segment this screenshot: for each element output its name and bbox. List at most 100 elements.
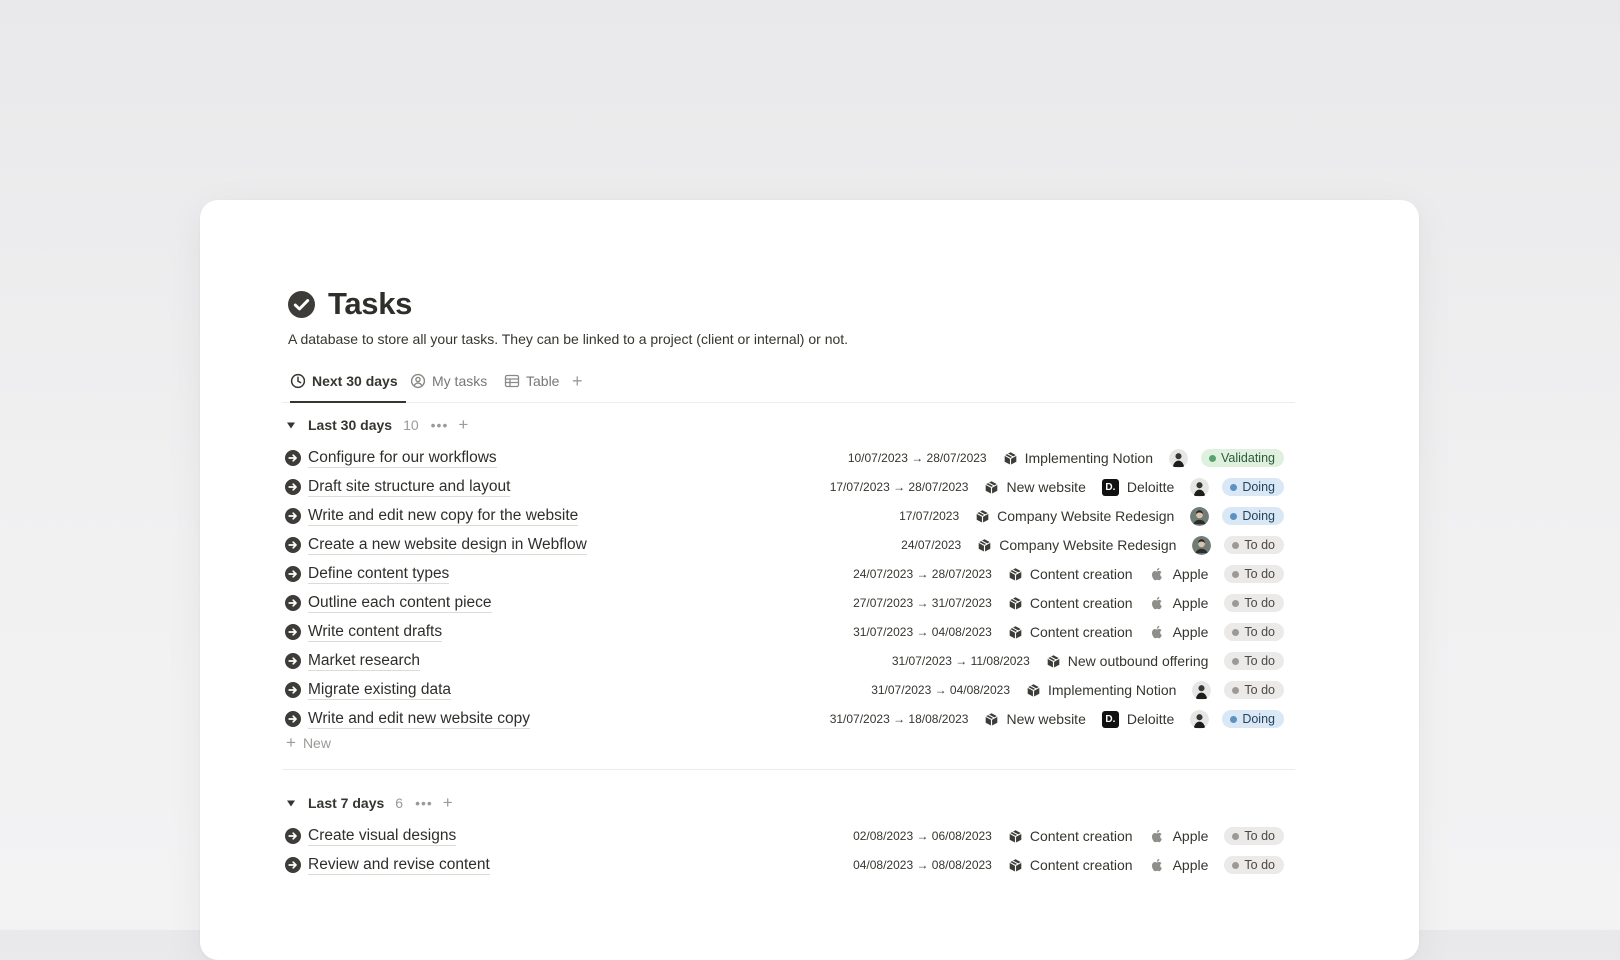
assignee-avatar[interactable] [1169,448,1189,468]
client-link[interactable]: Apple [1149,566,1208,582]
project-link[interactable]: Content creation [1008,624,1133,640]
task-date[interactable]: 31/07/2023 → 11/08/2023 [892,654,1030,668]
status-dot [1232,628,1240,636]
add-task-button[interactable]: + [443,793,453,813]
status-badge[interactable]: Doing [1222,507,1284,525]
status-badge[interactable]: To do [1224,827,1284,845]
view-tabs: Next 30 days My tasks Table + [282,360,1295,403]
project-link[interactable]: Content creation [1008,828,1133,844]
task-date[interactable]: 17/07/2023 → 28/07/2023 [830,480,969,494]
client-name: Apple [1172,857,1209,873]
task-name[interactable]: Outline each content piece [308,593,492,613]
task-name[interactable]: Create a new website design in Webflow [308,535,587,555]
task-row[interactable]: Market research 31/07/2023 → 11/08/2023 Ne… [284,646,1284,676]
tab-my-tasks[interactable]: My tasks [410,360,487,402]
project-link[interactable]: Company Website Redesign [975,508,1174,524]
task-row[interactable]: Write and edit new copy for the website 1… [284,501,1284,531]
task-row[interactable]: Configure for our workflows 10/07/2023 → … [284,443,1284,473]
task-name[interactable]: Write content drafts [308,622,443,642]
task-row[interactable]: Migrate existing data 31/07/2023 → 04/08/… [284,675,1284,705]
client-link[interactable]: Apple [1149,624,1208,640]
task-date[interactable]: 31/07/2023 → 04/08/2023 [871,683,1010,697]
task-date[interactable]: 24/07/2023 → 28/07/2023 [853,567,992,581]
client-link[interactable]: Apple [1149,595,1208,611]
add-view-button[interactable]: + [572,360,583,402]
project-link[interactable]: Content creation [1008,595,1133,611]
status-badge[interactable]: To do [1224,565,1284,583]
status-label: To do [1244,625,1275,639]
client-link[interactable]: Apple [1149,828,1208,844]
task-row[interactable]: Create a new website design in Webflow 24… [284,530,1284,560]
more-options-icon[interactable]: ••• [415,795,433,811]
task-name[interactable]: Migrate existing data [308,680,452,700]
status-badge[interactable]: To do [1224,623,1284,641]
task-name[interactable]: Create visual designs [308,826,457,846]
task-row[interactable]: Define content types 24/07/2023 → 28/07/2… [284,559,1284,589]
status-dot [1230,483,1238,491]
client-link[interactable]: Apple [1149,857,1209,873]
tab-table[interactable]: Table [504,360,559,402]
task-name[interactable]: Write and edit new copy for the website [308,506,579,526]
status-badge[interactable]: To do [1224,681,1284,699]
project-link[interactable]: Implementing Notion [1026,682,1176,698]
project-link[interactable]: New outbound offering [1046,653,1208,669]
task-row[interactable]: Outline each content piece 27/07/2023 → 3… [284,588,1284,618]
task-date[interactable]: 10/07/2023 → 28/07/2023 [848,451,987,465]
tab-label: Table [526,373,560,389]
triangle-down-icon[interactable] [286,798,296,808]
project-link[interactable]: Content creation [1008,857,1133,873]
tab-next-30-days[interactable]: Next 30 days [290,360,406,403]
status-label: To do [1244,858,1275,872]
project-link[interactable]: Implementing Notion [1003,450,1153,466]
assignee-avatar[interactable] [1190,709,1210,729]
task-row[interactable]: Write content drafts 31/07/2023 → 04/08/2… [284,617,1284,647]
task-date[interactable]: 27/07/2023 → 31/07/2023 [853,596,992,610]
task-name[interactable]: Configure for our workflows [308,448,497,468]
task-properties: 17/07/2023 → 28/07/2023 New website D. Delo… [830,475,1284,499]
project-name: Content creation [1029,857,1133,873]
assignee-avatar[interactable] [1192,535,1212,555]
task-properties: 31/07/2023 → 04/08/2023 Content creation A… [853,620,1284,644]
task-date[interactable]: 02/08/2023 → 06/08/2023 [853,829,992,843]
status-badge[interactable]: To do [1224,856,1284,874]
task-name[interactable]: Write and edit new website copy [308,709,530,729]
status-badge[interactable]: To do [1224,594,1284,612]
task-name[interactable]: Define content types [308,564,450,584]
task-date[interactable]: 31/07/2023 → 18/08/2023 [830,712,969,726]
status-badge[interactable]: Doing [1222,710,1284,728]
assignee-avatar[interactable] [1192,680,1212,700]
project-link[interactable]: Company Website Redesign [977,537,1176,553]
task-date[interactable]: 04/08/2023 → 08/08/2023 [853,858,992,872]
task-name[interactable]: Market research [308,651,420,671]
task-name[interactable]: Draft site structure and layout [308,477,511,497]
task-row[interactable]: Draft site structure and layout 17/07/202… [284,472,1284,502]
apple-logo-icon [1151,858,1162,872]
project-link[interactable]: New website [984,479,1086,495]
triangle-down-icon[interactable] [286,420,296,430]
task-date[interactable]: 17/07/2023 [899,509,959,523]
task-date[interactable]: 24/07/2023 [901,538,961,552]
task-row[interactable]: Review and revise content 04/08/2023 → 08… [284,850,1284,880]
project-name: New website [1006,479,1086,495]
add-task-button[interactable]: + [458,415,468,435]
assignee-avatar[interactable] [1190,506,1210,526]
task-date[interactable]: 31/07/2023 → 04/08/2023 [853,625,992,639]
client-link[interactable]: D. Deloitte [1101,478,1174,496]
assignee-avatar[interactable] [1190,477,1210,497]
status-badge[interactable]: Validating [1201,449,1284,467]
new-task-button[interactable]: + New [286,733,331,753]
more-options-icon[interactable]: ••• [431,417,449,433]
status-badge[interactable]: Doing [1222,478,1284,496]
project-link[interactable]: New website [984,711,1086,727]
task-row[interactable]: Write and edit new website copy 31/07/202… [284,704,1284,734]
task-arrow-icon [285,537,301,553]
client-name: Deloitte [1126,711,1175,727]
task-row[interactable]: Create visual designs 02/08/2023 → 06/08/… [284,821,1284,851]
project-link[interactable]: Content creation [1008,566,1133,582]
task-name[interactable]: Review and revise content [308,855,490,875]
task-properties: 04/08/2023 → 08/08/2023 Content creation A… [853,853,1284,877]
status-badge[interactable]: To do [1224,536,1284,554]
status-label: Validating [1221,451,1275,465]
status-badge[interactable]: To do [1224,652,1284,670]
client-link[interactable]: D. Deloitte [1101,710,1175,728]
